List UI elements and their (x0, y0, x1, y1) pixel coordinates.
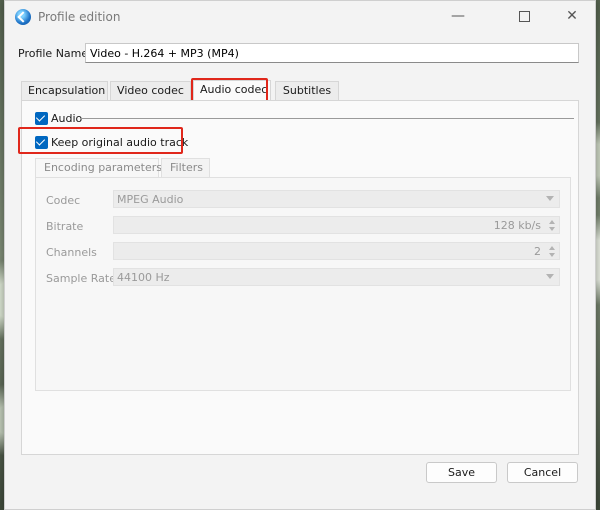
bitrate-value: 128 kb/s (493, 219, 541, 232)
subtab-filters[interactable]: Filters (161, 158, 210, 177)
audio-checkbox[interactable] (35, 112, 48, 125)
close-icon[interactable]: ✕ (549, 1, 595, 33)
group-divider (80, 118, 574, 119)
subtab-encoding-parameters[interactable]: Encoding parameters (35, 158, 162, 177)
channels-label: Channels (46, 246, 97, 259)
sample-rate-select[interactable]: 44100 Hz (113, 268, 560, 286)
encoding-parameters-panel: Codec MPEG Audio Bitrate 128 kb/s Channe… (35, 177, 571, 391)
keep-original-highlight (18, 127, 183, 154)
spin-down-icon[interactable] (549, 253, 555, 257)
profile-edition-dialog: Profile edition — ✕ Profile Name Encapsu… (4, 0, 596, 510)
spin-up-icon[interactable] (549, 246, 555, 250)
window-title: Profile edition (38, 10, 121, 24)
sample-rate-value: 44100 Hz (117, 271, 170, 284)
tab-encapsulation[interactable]: Encapsulation (21, 81, 108, 100)
spin-up-icon[interactable] (549, 220, 555, 224)
bitrate-spinbox[interactable]: 128 kb/s (113, 216, 560, 234)
maximize-icon[interactable] (501, 1, 547, 33)
minimize-icon[interactable]: — (435, 1, 481, 33)
audio-checkbox-label: Audio (51, 112, 83, 125)
spin-down-icon[interactable] (549, 227, 555, 231)
cancel-button[interactable]: Cancel (507, 462, 578, 483)
sample-rate-label: Sample Rate (46, 272, 116, 285)
save-button[interactable]: Save (426, 462, 497, 483)
chevron-down-icon (546, 196, 554, 201)
codec-select[interactable]: MPEG Audio (113, 190, 560, 208)
channels-spinbox[interactable]: 2 (113, 242, 560, 260)
title-bar: Profile edition — ✕ (5, 1, 595, 33)
profile-name-label: Profile Name (18, 47, 89, 60)
chevron-down-icon (546, 274, 554, 279)
profile-name-input[interactable] (85, 43, 579, 63)
tab-video-codec[interactable]: Video codec (110, 81, 191, 100)
tab-subtitles[interactable]: Subtitles (275, 81, 339, 100)
codec-label: Codec (46, 194, 81, 207)
app-icon (15, 9, 31, 25)
codec-value: MPEG Audio (117, 193, 184, 206)
bitrate-label: Bitrate (46, 220, 84, 233)
channels-value: 2 (534, 245, 541, 258)
